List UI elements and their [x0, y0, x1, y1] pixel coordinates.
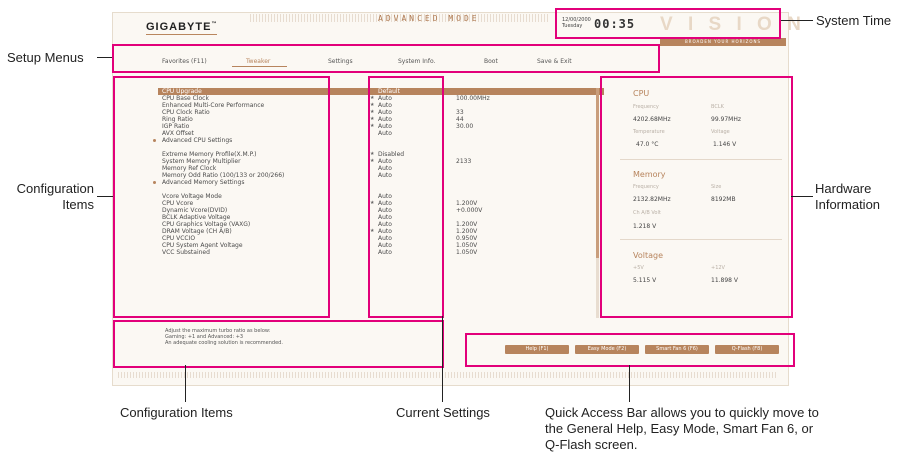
config-item-current-value: 44: [456, 116, 464, 123]
label-setup-menus: Setup Menus: [7, 50, 84, 65]
callout-current-settings: [368, 76, 444, 318]
leader-quick-access: [629, 365, 630, 402]
mode-title: ADVANCED MODE: [378, 14, 480, 23]
callout-config-items: [113, 76, 330, 318]
callout-setup-menus: [112, 44, 660, 73]
leader-system-time: [781, 20, 813, 21]
config-item-current-value: 1.050V: [456, 249, 478, 256]
config-item-current-value: 100.00MHz: [456, 95, 490, 102]
label-system-time: System Time: [816, 13, 892, 28]
callout-description: [113, 320, 444, 368]
tagline-banner: BROADEN YOUR HORIZONS: [660, 38, 786, 46]
config-item-current-value: 33: [456, 109, 464, 116]
config-item-current-value: 1.200V: [456, 228, 478, 235]
callout-quick-access: [465, 333, 795, 367]
config-item-current-value: +0.000V: [456, 207, 483, 214]
callout-system-time: [555, 8, 781, 39]
config-item-current-value: 30.00: [456, 123, 474, 130]
gigabyte-logo: GIGABYTE™: [146, 21, 218, 35]
config-item-current-value: 2133: [456, 158, 472, 165]
leader-description: [185, 365, 186, 402]
config-item-current-value: 1.050V: [456, 242, 478, 249]
leader-hardware: [791, 196, 813, 197]
leader-setup-menus: [97, 57, 112, 58]
bottom-texture: [118, 372, 778, 378]
leader-config-items: [97, 196, 113, 197]
label-quick-access: Quick Access Bar allows you to quickly m…: [545, 405, 819, 452]
config-item-current-value: 1.200V: [456, 221, 478, 228]
config-item-current-value: 1.200V: [456, 200, 478, 207]
scrollbar-thumb[interactable]: [596, 88, 599, 258]
label-config-items-left: Configuration Items: [16, 181, 94, 212]
config-item-current-value: 0.950V: [456, 235, 478, 242]
label-hardware-info: Hardware Information: [815, 181, 881, 212]
label-current-settings: Current Settings: [396, 405, 490, 420]
label-config-items-bottom: Configuration Items: [120, 405, 233, 420]
leader-current-settings: [442, 316, 443, 402]
callout-hardware: [600, 76, 793, 318]
